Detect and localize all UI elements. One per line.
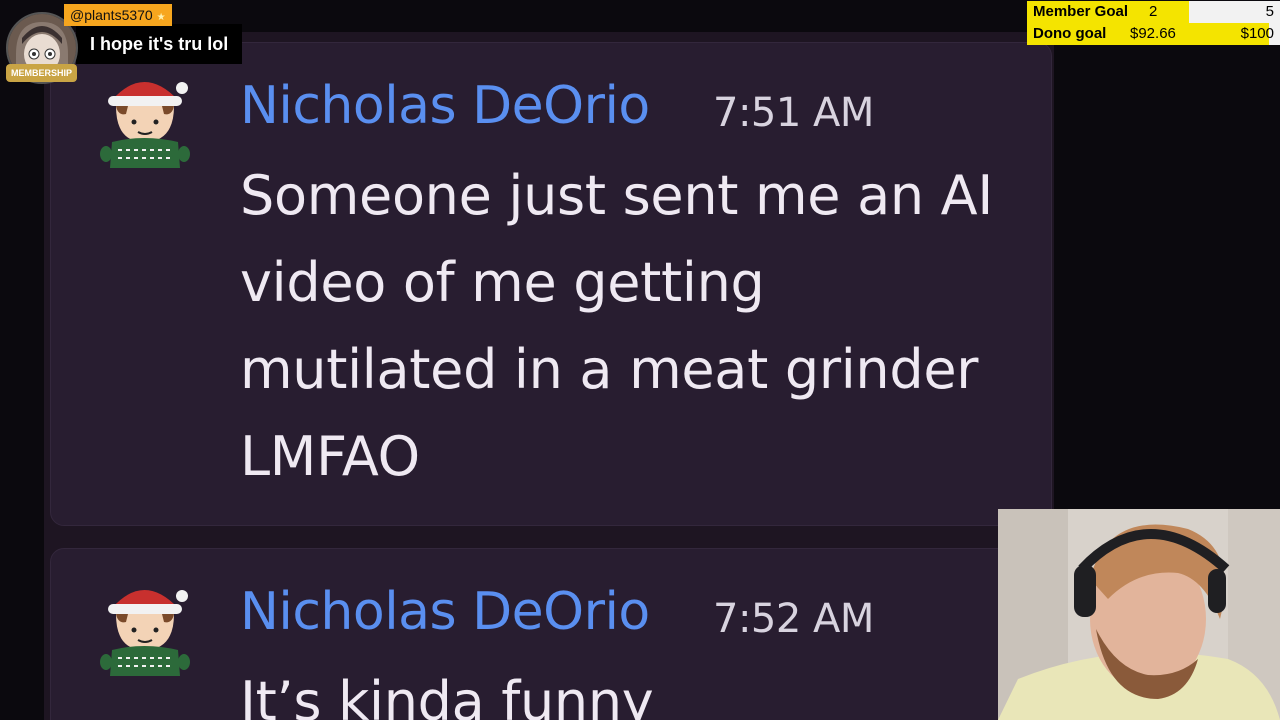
dono-goal-current: $92.66 <box>1130 25 1176 42</box>
message-timestamp: 7:52 AM <box>713 596 874 642</box>
membership-star-icon: ★ <box>156 12 166 23</box>
membership-badge: MEMBERSHIP <box>6 64 78 82</box>
message-line: Someone just sent me an AI <box>240 164 993 227</box>
user-avatar-icon <box>98 578 190 678</box>
message-line: It’s kinda funny <box>240 670 654 720</box>
webcam-feed <box>998 509 1280 720</box>
stream-goals: Member Goal 2 5 Dono goal $92.66 $100 <box>1027 0 1280 46</box>
message-line: LMFAO <box>240 425 420 488</box>
member-goal-row: Member Goal 2 5 <box>1027 1 1280 23</box>
message-author[interactable]: Nicholas DeOrio <box>240 76 650 136</box>
message-body: It’s kinda funny <box>240 658 1000 720</box>
chat-message-text: I hope it's tru lol <box>76 24 243 64</box>
member-goal-target: 5 <box>1265 3 1274 20</box>
chat-username-text: @plants5370 <box>70 7 153 23</box>
dono-goal-label: Dono goal <box>1027 23 1129 45</box>
message-line: video of me getting <box>240 251 765 314</box>
dono-goal-row: Dono goal $92.66 $100 <box>1027 23 1280 45</box>
dono-goal-target: $100 <box>1240 25 1274 42</box>
member-goal-label: Member Goal <box>1027 1 1129 23</box>
message-author[interactable]: Nicholas DeOrio <box>240 582 650 642</box>
stream-layout: Nicholas DeOrio 7:51 AM Someone just sen… <box>0 0 1280 720</box>
message-timestamp: 7:51 AM <box>713 90 874 136</box>
member-goal-current: 2 <box>1149 3 1158 20</box>
streamer-webcam-image <box>998 509 1280 720</box>
message-body: Someone just sent me an AI video of me g… <box>240 152 1000 500</box>
chat-username: @plants5370 ★ <box>64 4 172 26</box>
message-line: mutilated in a meat grinder <box>240 338 979 401</box>
member-goal-progress <box>1129 1 1190 23</box>
member-goal-track: 2 5 <box>1129 1 1280 23</box>
dono-goal-track: $92.66 $100 <box>1129 23 1280 45</box>
live-chat-overlay: I hope it's tru lol @plants5370 ★ MEMBER… <box>0 0 270 90</box>
